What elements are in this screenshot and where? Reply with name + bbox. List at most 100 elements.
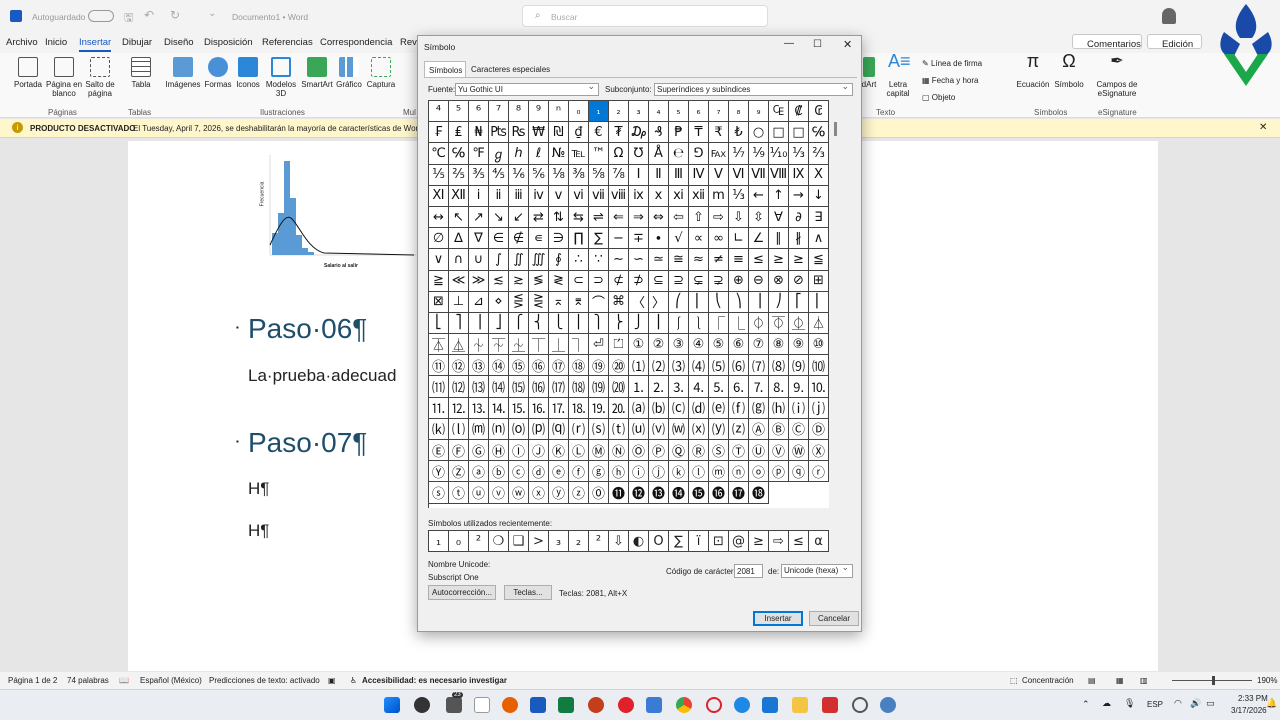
tab-simbolos[interactable]: Símbolos bbox=[424, 61, 466, 77]
symbol-cell[interactable]: Ⓗ bbox=[489, 440, 509, 462]
web-layout-icon[interactable]: ▥ bbox=[1140, 676, 1148, 685]
symbol-cell[interactable]: ₫ bbox=[569, 122, 589, 144]
symbol-cell[interactable]: ⒑ bbox=[809, 376, 829, 398]
symbol-cell[interactable]: ⒘ bbox=[549, 397, 569, 419]
symbol-cell[interactable]: ≫ bbox=[469, 270, 489, 292]
smartart-button[interactable]: SmartArt bbox=[299, 57, 335, 89]
symbol-cell[interactable]: ⁿ bbox=[549, 101, 569, 123]
symbol-cell[interactable]: Ⓥ bbox=[769, 440, 789, 462]
symbol-cell[interactable]: ∵ bbox=[589, 249, 609, 271]
symbol-cell[interactable]: □ bbox=[769, 122, 789, 144]
recent-symbol-cell[interactable]: ₂ bbox=[569, 531, 589, 552]
symbol-cell[interactable]: ⇔ bbox=[649, 206, 669, 229]
symbol-cell[interactable]: Ⓑ bbox=[769, 418, 789, 440]
symbol-cell[interactable]: ₢ bbox=[809, 101, 829, 123]
symbol-cell[interactable]: ⑮ bbox=[509, 355, 529, 377]
symbol-cell[interactable]: Ω bbox=[609, 143, 629, 165]
symbol-cell[interactable]: ⑪ bbox=[429, 355, 449, 377]
recent-symbol-cell[interactable]: ï bbox=[689, 531, 709, 552]
symbol-cell[interactable]: ⇐ bbox=[609, 206, 629, 229]
symbol-cell[interactable]: ⏃ bbox=[809, 312, 829, 335]
symbol-cell[interactable]: □ bbox=[789, 122, 809, 144]
symbol-cell[interactable]: ⒱ bbox=[649, 418, 669, 440]
subset-select[interactable]: Superíndices y subíndices bbox=[654, 81, 853, 96]
symbol-cell[interactable]: ₆ bbox=[689, 101, 709, 123]
symbol-cell[interactable]: ⅴ bbox=[549, 185, 569, 207]
symbol-cell[interactable]: ₦ bbox=[469, 122, 489, 144]
symbol-cell[interactable]: ⒣ bbox=[769, 397, 789, 419]
symbol-cell[interactable]: Ⓠ bbox=[669, 440, 689, 462]
symbol-cell[interactable]: ⏀ bbox=[749, 312, 769, 335]
symbol-cell[interactable]: ↘ bbox=[489, 206, 509, 229]
symbol-cell[interactable]: ↑ bbox=[769, 185, 789, 207]
shortcut-keys-button[interactable]: Teclas... bbox=[504, 585, 552, 600]
symbol-cell[interactable]: ∙ bbox=[649, 228, 669, 250]
symbol-cell[interactable]: Ⓔ bbox=[429, 440, 449, 462]
print-layout-icon[interactable]: ▦ bbox=[1116, 676, 1124, 685]
symbol-cell[interactable]: ⅖ bbox=[449, 164, 469, 186]
symbol-cell[interactable]: ⅰ bbox=[469, 185, 489, 207]
symbol-cell[interactable]: ₺ bbox=[729, 122, 749, 144]
settings-icon[interactable] bbox=[852, 697, 868, 713]
symbol-cell[interactable]: ⏇ bbox=[489, 334, 509, 356]
symbol-cell[interactable]: ⒫ bbox=[529, 418, 549, 440]
zoom-level[interactable]: 190% bbox=[1257, 676, 1277, 685]
symbol-cell[interactable]: € bbox=[589, 122, 609, 144]
symbol-cell[interactable]: ⑵ bbox=[649, 355, 669, 377]
symbol-cell[interactable]: Ⓓ bbox=[809, 418, 829, 440]
symbol-cell[interactable]: ④ bbox=[689, 334, 709, 356]
symbol-cell[interactable]: ∴ bbox=[569, 249, 589, 271]
symbol-cell[interactable]: ⎮ bbox=[649, 312, 669, 335]
symbol-cell[interactable]: ≶ bbox=[529, 270, 549, 292]
symbol-cell[interactable]: ⓣ bbox=[449, 482, 469, 504]
language[interactable]: Español (México) bbox=[140, 676, 202, 685]
symbol-cell[interactable]: ⇄ bbox=[529, 206, 549, 229]
symbol-cell[interactable]: ∪ bbox=[469, 249, 489, 271]
symbol-cell[interactable]: ⓓ bbox=[529, 461, 549, 483]
symbol-cell[interactable]: ⒃ bbox=[529, 376, 549, 398]
symbol-cell[interactable]: ⎫ bbox=[589, 312, 609, 335]
symbol-cell[interactable]: Ⓡ bbox=[689, 440, 709, 462]
recent-symbol-cell[interactable]: ⊡ bbox=[709, 531, 729, 552]
symbol-cell[interactable]: Ⅰ bbox=[629, 164, 649, 186]
symbol-cell[interactable]: ⊃ bbox=[589, 270, 609, 292]
symbol-cell[interactable]: Ⅹ bbox=[809, 164, 829, 186]
drop-cap-button[interactable]: A≡ Letra capital bbox=[880, 52, 916, 98]
symbol-cell[interactable]: ⒁ bbox=[489, 376, 509, 398]
opera-icon[interactable] bbox=[618, 697, 634, 713]
word-icon[interactable] bbox=[530, 697, 546, 713]
symbol-cell[interactable]: ⌆ bbox=[569, 291, 589, 313]
symbol-cell[interactable]: Ⅶ bbox=[749, 164, 769, 186]
recent-symbol-cell[interactable]: O bbox=[649, 531, 669, 552]
symbol-cell[interactable]: ↗ bbox=[469, 206, 489, 229]
symbol-cell[interactable]: ⎛ bbox=[669, 291, 689, 313]
symbol-cell[interactable]: Ⅱ bbox=[649, 164, 669, 186]
symbol-cell[interactable]: ⓔ bbox=[549, 461, 569, 483]
symbol-cell[interactable]: ₃ bbox=[629, 101, 649, 123]
tab-archivo[interactable]: Archivo bbox=[6, 37, 38, 48]
symbol-cell[interactable]: ⓱ bbox=[729, 482, 749, 504]
tab-diseno[interactable]: Diseño bbox=[164, 37, 194, 48]
symbol-cell[interactable]: ⊂ bbox=[569, 270, 589, 292]
symbol-cell[interactable]: ℅ bbox=[809, 122, 829, 144]
symbol-cell[interactable]: ₹ bbox=[709, 122, 729, 144]
symbol-cell[interactable]: Ⅷ bbox=[769, 164, 789, 186]
symbol-cell[interactable]: ₠ bbox=[769, 101, 789, 123]
symbol-cell[interactable]: ⇳ bbox=[749, 206, 769, 229]
autocorrect-button[interactable]: Autocorrección... bbox=[428, 585, 496, 600]
symbol-cell[interactable]: ∊ bbox=[529, 228, 549, 250]
symbol-cell[interactable]: ⑱ bbox=[569, 355, 589, 377]
symbol-cell[interactable]: ⓘ bbox=[629, 461, 649, 483]
symbol-cell[interactable]: ⇅ bbox=[549, 206, 569, 229]
symbol-cell[interactable]: ⒌ bbox=[709, 376, 729, 398]
symbol-cell[interactable]: ↖ bbox=[449, 206, 469, 229]
tab-correspondencia[interactable]: Correspondencia bbox=[320, 37, 392, 48]
symbol-cell[interactable]: ℅ bbox=[449, 143, 469, 165]
symbol-cell[interactable]: ⒟ bbox=[689, 397, 709, 419]
powerpoint-icon[interactable] bbox=[588, 697, 604, 713]
chart-button[interactable]: Gráfico bbox=[334, 57, 364, 89]
symbol-cell[interactable]: ⑭ bbox=[489, 355, 509, 377]
symbol-cell[interactable]: ⅵ bbox=[569, 185, 589, 207]
symbol-cell[interactable]: ⓞ bbox=[749, 461, 769, 483]
shapes-button[interactable]: Formas bbox=[203, 57, 233, 89]
